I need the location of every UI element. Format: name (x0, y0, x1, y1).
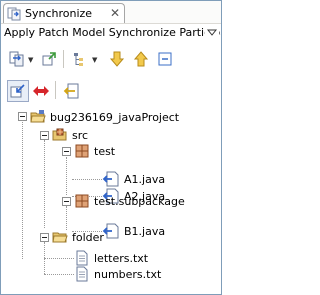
tree-connector (44, 140, 45, 228)
layout-dropdown-icon[interactable]: ▼ (92, 56, 97, 64)
sync-tree: bug236169_javaProject src test A1.java A… (1, 105, 221, 293)
tree-item-label: folder (72, 230, 104, 244)
tree-connector (66, 157, 67, 195)
synchronize-icon (9, 51, 24, 67)
tree-item-package-subpackage[interactable]: test.subpackage (74, 193, 185, 209)
pin-button[interactable] (39, 49, 59, 69)
tree-item-src[interactable]: src (52, 127, 88, 143)
layout-icon (74, 53, 83, 66)
synchronize-dropdown-icon[interactable]: ▼ (28, 56, 33, 64)
view-title-bar: Synchronize ✕ (1, 1, 221, 24)
synchronize-tab[interactable]: Synchronize ✕ (3, 3, 125, 23)
collapse-toggle[interactable] (40, 131, 49, 140)
close-icon[interactable]: ✕ (110, 6, 120, 20)
toolbar-row-1: ▼ ▼ (1, 45, 221, 73)
tree-connector (66, 206, 67, 230)
view-description: Apply Patch Model Synchronize Participar (4, 26, 221, 39)
tree-connector (44, 274, 74, 275)
arrow-down-icon (109, 51, 125, 67)
tree-item-file-numbers[interactable]: numbers.txt (74, 266, 161, 282)
pin-icon (42, 52, 56, 66)
conflicts-mode-icon (33, 86, 49, 96)
collapse-toggle[interactable] (62, 147, 71, 156)
tree-item-file-letters[interactable]: letters.txt (74, 250, 148, 266)
incoming-mode-button[interactable] (7, 80, 29, 102)
tree-item-label: A1.java (124, 172, 166, 186)
tree-item-project[interactable]: bug236169_javaProject (30, 109, 179, 125)
view-menu-icon[interactable] (205, 25, 219, 39)
collapse-toggle[interactable] (18, 112, 27, 121)
tree-item-label: test.subpackage (94, 194, 185, 208)
view-description-bar: Apply Patch Model Synchronize Participar (1, 24, 221, 42)
synchronize-button[interactable] (7, 49, 27, 69)
toolbar-separator (63, 50, 64, 68)
synchronize-icon (7, 7, 21, 20)
collapse-toggle[interactable] (40, 233, 49, 242)
tree-item-label: test (94, 144, 116, 158)
toolbar-row-2 (1, 77, 221, 103)
tree-item-file-a1[interactable]: A1.java (102, 171, 165, 187)
project-folder-icon (30, 110, 46, 123)
tree-connector (72, 179, 102, 180)
conflicts-mode-button[interactable] (31, 81, 51, 101)
package-icon (75, 144, 89, 158)
tree-connector (44, 258, 74, 259)
package-icon (75, 194, 89, 208)
tree-item-label: B1.java (124, 224, 166, 238)
view-title: Synchronize (25, 7, 93, 20)
arrow-up-icon (133, 51, 149, 67)
collapse-all-button[interactable] (155, 49, 175, 69)
tree-item-file-b1[interactable]: B1.java (102, 223, 165, 239)
package-folder-icon (52, 128, 67, 141)
incoming-mode-icon (10, 84, 25, 98)
synchronize-view: Synchronize ✕ Apply Patch Model Synchron… (0, 0, 222, 295)
tree-item-folder[interactable]: folder (52, 229, 104, 245)
text-file-icon (76, 250, 88, 266)
tree-item-label: letters.txt (94, 251, 149, 265)
java-file-icon (102, 171, 119, 187)
java-file-icon (102, 223, 119, 239)
tree-item-label: bug236169_javaProject (50, 110, 180, 124)
outgoing-mode-button[interactable] (61, 81, 81, 101)
collapse-toggle[interactable] (62, 197, 71, 206)
tree-item-label: src (72, 128, 89, 142)
toolbar-separator (55, 81, 56, 99)
tree-item-package-test[interactable]: test (74, 143, 115, 159)
outgoing-mode-icon (63, 83, 79, 99)
collapse-all-icon (158, 52, 172, 66)
next-difference-button[interactable] (107, 49, 127, 69)
tree-connector (22, 119, 23, 259)
layout-button[interactable] (71, 49, 91, 69)
previous-difference-button[interactable] (131, 49, 151, 69)
text-file-icon (76, 266, 88, 282)
tree-item-label: numbers.txt (94, 267, 162, 281)
folder-icon (52, 232, 68, 243)
